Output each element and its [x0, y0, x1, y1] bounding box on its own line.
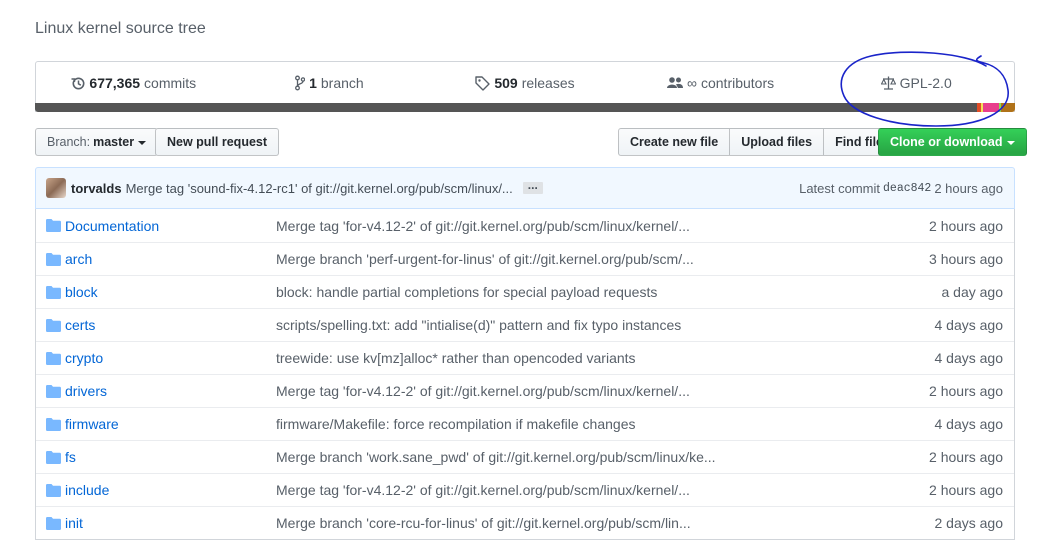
file-navigation: Branch: master New pull request Create n…: [35, 128, 1027, 156]
chevron-down-icon: [1006, 141, 1015, 145]
commits-count: 677,365: [89, 75, 141, 91]
commits-label: commits: [144, 75, 197, 91]
branch-name: master: [93, 135, 135, 149]
history-icon: [71, 75, 85, 91]
file-commit-message-link[interactable]: block: handle partial completions for sp…: [276, 284, 657, 300]
avatar[interactable]: [46, 178, 66, 198]
releases-count: 509: [494, 75, 518, 91]
language-bar-segment[interactable]: [35, 103, 977, 112]
file-row: include Merge tag 'for-v4.12-2' of git://…: [36, 473, 1014, 506]
file-commit-age: 3 hours ago: [929, 251, 1003, 267]
commit-author[interactable]: torvalds: [71, 181, 122, 196]
file-row: arch Merge branch 'perf-urgent-for-linus'…: [36, 242, 1014, 275]
file-commit-age: 2 hours ago: [929, 482, 1003, 498]
commit-sha[interactable]: deac842: [883, 182, 931, 195]
branch-prefix: Branch:: [47, 135, 91, 149]
file-commit-message-link[interactable]: Merge branch 'work.sane_pwd' of git://gi…: [276, 449, 716, 465]
file-name-link[interactable]: firmware: [65, 416, 119, 432]
folder-icon: [46, 319, 61, 332]
file-name-link[interactable]: fs: [65, 449, 76, 465]
folder-icon: [46, 352, 61, 365]
latest-commit-info: Latest commit deac842 2 hours ago: [799, 168, 1003, 208]
law-icon: [880, 75, 896, 91]
folder-icon: [46, 451, 61, 464]
file-row: drivers Merge tag 'for-v4.12-2' of git://…: [36, 374, 1014, 407]
file-commit-age: a day ago: [941, 284, 1004, 300]
file-commit-message-link[interactable]: Merge tag 'for-v4.12-2' of git://git.ker…: [276, 383, 690, 399]
file-commit-message-link[interactable]: Merge branch 'core-rcu-for-linus' of git…: [276, 515, 691, 531]
commits-link[interactable]: 677,365 commits: [36, 62, 232, 104]
releases-label: releases: [521, 75, 575, 91]
contributors-label: contributors: [700, 75, 775, 91]
language-bar-segment[interactable]: [982, 103, 1000, 112]
license-link[interactable]: GPL-2.0: [818, 62, 1014, 104]
language-bar[interactable]: [35, 103, 1015, 112]
file-commit-age: 2 hours ago: [929, 449, 1003, 465]
file-row: Documentation Merge tag 'for-v4.12-2' of …: [36, 209, 1014, 242]
file-commit-message-link[interactable]: Merge tag 'for-v4.12-2' of git://git.ker…: [276, 218, 690, 234]
file-commit-age: 2 hours ago: [929, 217, 1003, 234]
latest-commit-bar: torvalds Merge tag 'sound-fix-4.12-rc1' …: [35, 167, 1015, 209]
file-commit-age: 4 days ago: [934, 416, 1004, 432]
file-name-link[interactable]: init: [65, 515, 83, 531]
file-commit-message-link[interactable]: scripts/spelling.txt: add "intialise(d)"…: [276, 317, 681, 333]
language-bar-segment[interactable]: [1001, 103, 1015, 112]
license-label: GPL-2.0: [899, 75, 952, 91]
file-commit-age: 4 days ago: [934, 317, 1004, 333]
file-name-link[interactable]: certs: [65, 317, 95, 333]
create-new-file-button[interactable]: Create new file: [618, 128, 731, 156]
file-name-link[interactable]: include: [65, 482, 109, 498]
tag-icon: [475, 75, 491, 91]
latest-commit-label: Latest commit: [799, 180, 881, 196]
file-row: crypto treewide: use kv[mz]alloc* rather …: [36, 341, 1014, 374]
upload-files-button[interactable]: Upload files: [729, 128, 825, 156]
file-commit-message-link[interactable]: Merge branch 'perf-urgent-for-linus' of …: [276, 251, 694, 267]
git-branch-icon: [295, 75, 306, 91]
folder-icon: [46, 219, 61, 232]
folder-icon: [46, 517, 61, 530]
branch-label: branch: [320, 75, 364, 91]
file-name-link[interactable]: arch: [65, 251, 92, 267]
file-commit-age: 2 hours ago: [929, 383, 1003, 399]
repo-description: Linux kernel source tree: [35, 20, 206, 37]
file-commit-message-link[interactable]: Merge tag 'for-v4.12-2' of git://git.ker…: [276, 482, 690, 498]
file-actions-group: Create new file Upload files Find file: [618, 128, 895, 156]
file-row: init Merge branch 'core-rcu-for-linus' of…: [36, 506, 1014, 539]
folder-icon: [46, 484, 61, 497]
file-row: certs scripts/spelling.txt: add "intialis…: [36, 308, 1014, 341]
file-row: block block: handle partial completions f…: [36, 275, 1014, 308]
chevron-down-icon: [138, 141, 147, 145]
contributors-count: ∞: [687, 75, 697, 91]
file-name-link[interactable]: drivers: [65, 383, 107, 399]
branch-link[interactable]: 1 branch: [232, 62, 428, 104]
file-name-link[interactable]: Documentation: [65, 218, 159, 234]
file-row: firmware firmware/Makefile: force recompi…: [36, 407, 1014, 440]
file-row: fs Merge branch 'work.sane_pwd' of git://…: [36, 440, 1014, 473]
file-commit-message-link[interactable]: treewide: use kv[mz]alloc* rather than o…: [276, 350, 636, 366]
branch-count: 1: [309, 75, 317, 91]
folder-icon: [46, 385, 61, 398]
clone-or-download-button[interactable]: Clone or download: [878, 128, 1027, 156]
file-name-link[interactable]: crypto: [65, 350, 103, 366]
file-commit-age: 2 days ago: [934, 515, 1004, 531]
clone-label: Clone or download: [890, 135, 1003, 149]
file-commit-message-link[interactable]: firmware/Makefile: force recompilation i…: [276, 416, 635, 432]
people-icon: [667, 75, 683, 91]
file-commit-age: 4 days ago: [934, 350, 1004, 366]
file-list: Documentation Merge tag 'for-v4.12-2' of …: [35, 209, 1015, 540]
folder-icon: [46, 286, 61, 299]
contributors-link[interactable]: ∞ contributors: [623, 62, 819, 104]
releases-link[interactable]: 509 releases: [427, 62, 623, 104]
commit-message[interactable]: Merge tag 'sound-fix-4.12-rc1' of git://…: [126, 181, 513, 196]
folder-icon: [46, 418, 61, 431]
commit-age: 2 hours ago: [934, 180, 1003, 196]
folder-icon: [46, 253, 61, 266]
new-pull-request-button[interactable]: New pull request: [155, 128, 280, 156]
branch-select-button[interactable]: Branch: master: [35, 128, 159, 156]
file-name-link[interactable]: block: [65, 284, 98, 300]
expand-commit-button[interactable]: ...: [522, 179, 543, 194]
